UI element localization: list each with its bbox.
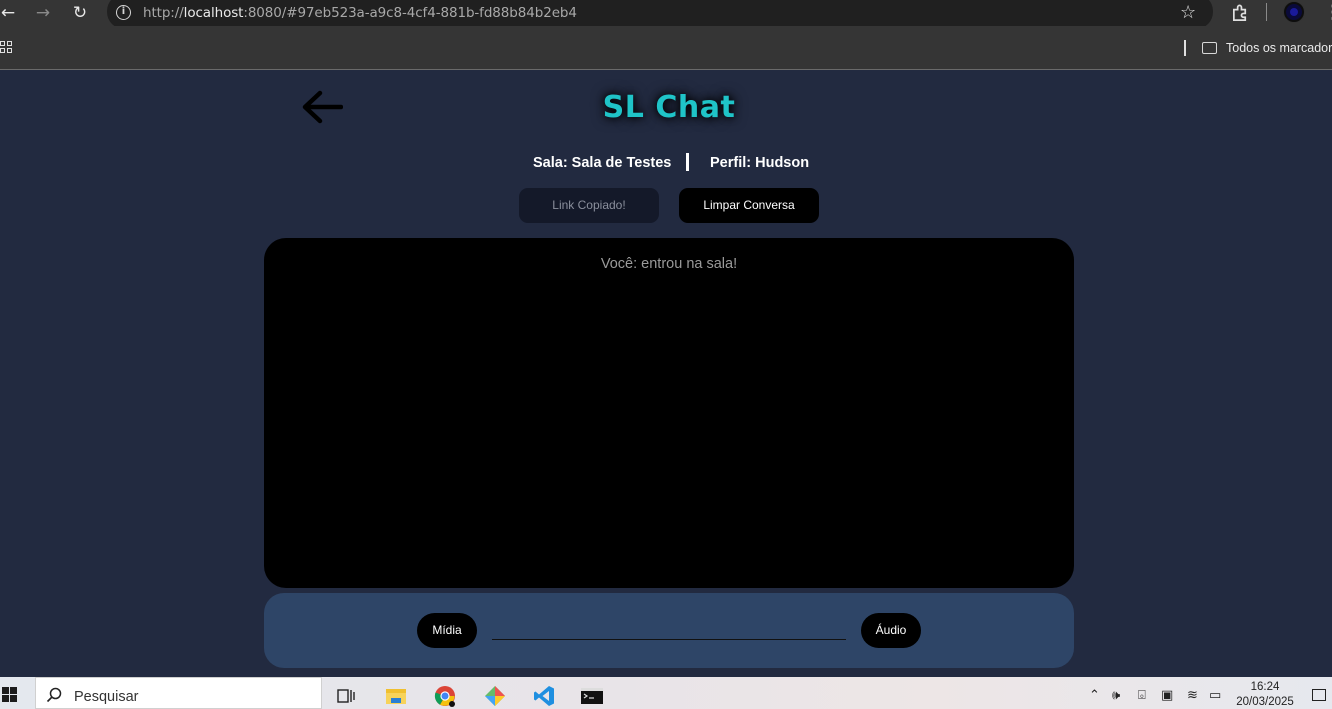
- apps-grid-icon[interactable]: [0, 41, 13, 54]
- bookmarks-bar: Todos os marcadores: [0, 26, 1332, 70]
- app-title: SL Chat: [602, 90, 736, 125]
- terminal-icon[interactable]: [581, 685, 603, 707]
- folder-icon[interactable]: [1202, 42, 1217, 54]
- forward-nav-icon[interactable]: →: [32, 2, 54, 24]
- toolbar-divider: [1266, 3, 1267, 21]
- search-icon: [46, 687, 62, 703]
- chrome-icon[interactable]: [434, 685, 456, 707]
- reload-icon[interactable]: ↻: [69, 2, 91, 24]
- volume-icon[interactable]: 🕪: [1112, 688, 1120, 703]
- vscode-icon[interactable]: [533, 685, 555, 707]
- chat-messages-area[interactable]: Você: entrou na sala!: [264, 238, 1074, 588]
- file-explorer-icon[interactable]: [385, 685, 407, 707]
- taskbar: Pesquisar ⌃ 🕪 ⌻ ▣ ≋ ▭ 16:24 20/03/2025: [0, 677, 1332, 709]
- windows-start-icon[interactable]: [2, 687, 18, 703]
- message-input[interactable]: [492, 617, 846, 640]
- notifications-icon[interactable]: [1312, 689, 1326, 701]
- clock-date: 20/03/2025: [1236, 696, 1294, 708]
- app-diamond-icon[interactable]: [484, 685, 506, 707]
- taskbar-clock[interactable]: 16:24 20/03/2025: [1230, 680, 1300, 709]
- menu-kebab-icon[interactable]: ⋮: [1324, 2, 1332, 23]
- task-view-icon[interactable]: [335, 685, 357, 707]
- info-divider: [686, 153, 689, 171]
- media-button[interactable]: Mídia: [417, 613, 477, 648]
- extensions-icon[interactable]: [1231, 3, 1250, 22]
- audio-button[interactable]: Áudio: [861, 613, 921, 648]
- back-nav-icon[interactable]: ←: [0, 2, 19, 24]
- bookmarks-divider: [1184, 40, 1186, 56]
- display-icon[interactable]: ▣: [1161, 688, 1173, 703]
- system-message: Você: entrou na sala!: [600, 256, 738, 272]
- show-hidden-icons-icon[interactable]: ⌃: [1089, 688, 1100, 703]
- clock-time: 16:24: [1250, 681, 1280, 693]
- bookmark-star-icon[interactable]: ☆: [1180, 2, 1196, 23]
- wifi-icon[interactable]: ≋: [1187, 688, 1198, 703]
- all-bookmarks-link[interactable]: Todos os marcadores: [1226, 41, 1332, 55]
- message-composer: Mídia Áudio: [264, 593, 1074, 668]
- browser-toolbar: ← → ↻ i http://localhost:8080/#97eb523a-…: [0, 0, 1332, 29]
- profile-label: Perfil: Hudson: [710, 155, 810, 171]
- clear-conversation-button[interactable]: Limpar Conversa: [679, 188, 819, 223]
- taskbar-search-label: Pesquisar: [74, 689, 139, 705]
- profile-avatar[interactable]: [1284, 2, 1304, 22]
- room-label: Sala: Sala de Testes: [533, 155, 672, 171]
- copy-link-button[interactable]: Link Copiado!: [519, 188, 659, 223]
- site-info-icon[interactable]: i: [116, 5, 131, 20]
- battery-icon[interactable]: ▭: [1209, 688, 1221, 703]
- device-icon[interactable]: ⌻: [1138, 688, 1146, 703]
- url-text[interactable]: http://localhost:8080/#97eb523a-a9c8-4cf…: [143, 5, 577, 21]
- back-arrow-icon[interactable]: [301, 88, 343, 126]
